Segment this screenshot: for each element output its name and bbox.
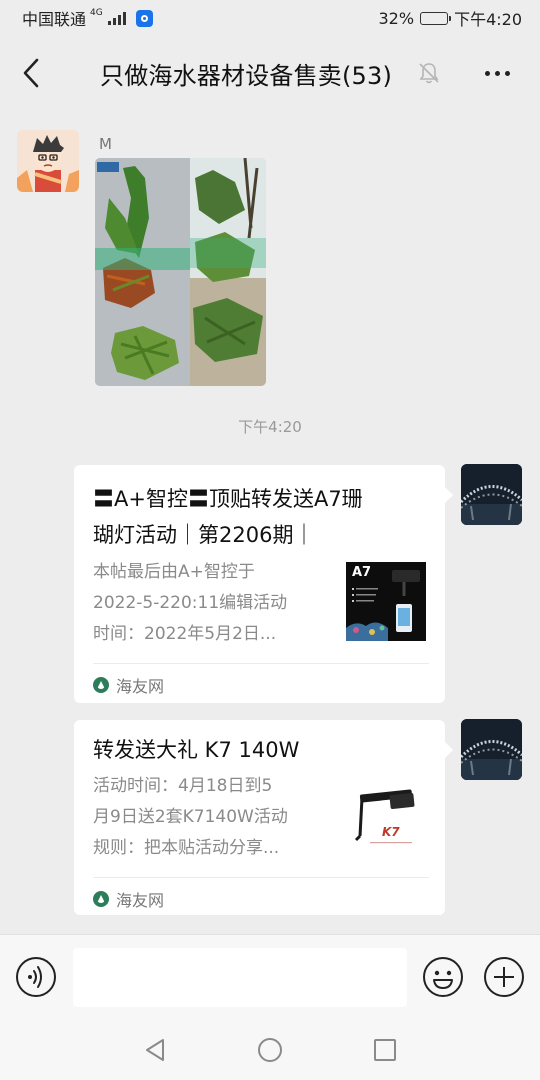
battery-icon [420, 11, 452, 25]
status-left: 中国联通 4G [22, 6, 153, 30]
app-notification-icon [135, 9, 153, 27]
nav-recents-button[interactable] [371, 1036, 399, 1064]
nav-home-button[interactable] [256, 1036, 284, 1064]
haiyou-logo-icon [93, 677, 109, 693]
bell-off-icon [419, 63, 439, 84]
chat-input-bar [0, 934, 540, 1020]
avatar-self[interactable] [461, 719, 522, 780]
card-desc-line1: 活动时间：4月18日到5 [93, 776, 273, 796]
k7-light-product-image: K7 [346, 776, 426, 855]
nav-back-button[interactable] [141, 1036, 169, 1064]
status-bar: 中国联通 4G 32% 下午4:20 [0, 0, 540, 36]
emoji-button[interactable] [422, 956, 464, 998]
time-separator: 下午4:20 [238, 418, 302, 436]
card-divider [93, 877, 429, 878]
link-card-k7[interactable]: 转发送大礼 K7 140W 活动时间：4月18日到5 月9日送2套K7140W活… [74, 720, 453, 915]
card-desc-line2: 2022-5-220:11编辑活动 [93, 593, 288, 613]
nav-back-icon [146, 1039, 164, 1061]
card-desc-line3: 时间：2022年5月2日... [93, 624, 277, 644]
chevron-left-icon [23, 58, 39, 88]
back-button[interactable] [14, 54, 48, 92]
nav-home-icon [258, 1038, 282, 1062]
message-input[interactable] [73, 948, 407, 1007]
voice-button[interactable] [15, 956, 57, 998]
photo-message[interactable] [95, 158, 266, 386]
chat-title: 只做海水器材设备售卖(53) [100, 62, 393, 90]
card-thumbnail-k7: K7 [346, 776, 426, 855]
seaweed-photo-image [95, 158, 266, 386]
link-card-a7[interactable]: 〓A+智控〓顶贴转发送A7珊 瑚灯活动｜第2206期｜ 本帖最后由A+智控于 2… [74, 465, 453, 703]
card-source: 海友网 [93, 673, 164, 697]
clock: 下午4:20 [454, 10, 522, 29]
card-source-name: 海友网 [116, 891, 165, 910]
avatar-sender-m[interactable] [17, 130, 79, 192]
card-source-name: 海友网 [116, 677, 165, 696]
chat-header: 只做海水器材设备售卖(53) [0, 36, 540, 110]
status-right: 32% 下午4:20 [379, 6, 523, 30]
card-title-line1: 转发送大礼 K7 140W [93, 738, 300, 762]
card-desc-line3: 规则：把本贴活动分享... [93, 838, 280, 858]
battery-percent: 32% [378, 8, 415, 28]
card-thumbnail-a7: A7 [346, 562, 426, 641]
card-desc-line1: 本帖最后由A+智控于 [93, 562, 255, 582]
card-desc-line2: 月9日送2套K7140W活动 [93, 807, 288, 827]
more-dots-icon [484, 70, 490, 76]
card-title-line1: 〓A+智控〓顶贴转发送A7珊 [93, 487, 363, 511]
bridge-night-avatar-image [461, 719, 522, 780]
plus-icon [484, 957, 524, 997]
card-thumb-label: A7 [352, 565, 372, 580]
card-divider [93, 663, 429, 664]
sender-name: M [99, 135, 112, 153]
voice-icon [16, 957, 56, 997]
signal-icon [107, 11, 126, 25]
more-button[interactable] [476, 58, 518, 88]
card-title-line2: 瑚灯活动｜第2206期｜ [93, 523, 315, 547]
svg-text:K7: K7 [382, 825, 400, 839]
card-source: 海友网 [93, 887, 164, 911]
carrier-name: 中国联通 [22, 10, 87, 29]
avatar-self[interactable] [461, 464, 522, 525]
cartoon-avatar-image [17, 130, 79, 192]
nav-recents-icon [374, 1039, 396, 1061]
emoji-icon [423, 957, 463, 997]
system-nav-bar [0, 1020, 540, 1080]
bridge-night-avatar-image [461, 464, 522, 525]
network-type: 4G [90, 7, 103, 18]
haiyou-logo-icon [93, 891, 109, 907]
more-functions-button[interactable] [483, 956, 525, 998]
